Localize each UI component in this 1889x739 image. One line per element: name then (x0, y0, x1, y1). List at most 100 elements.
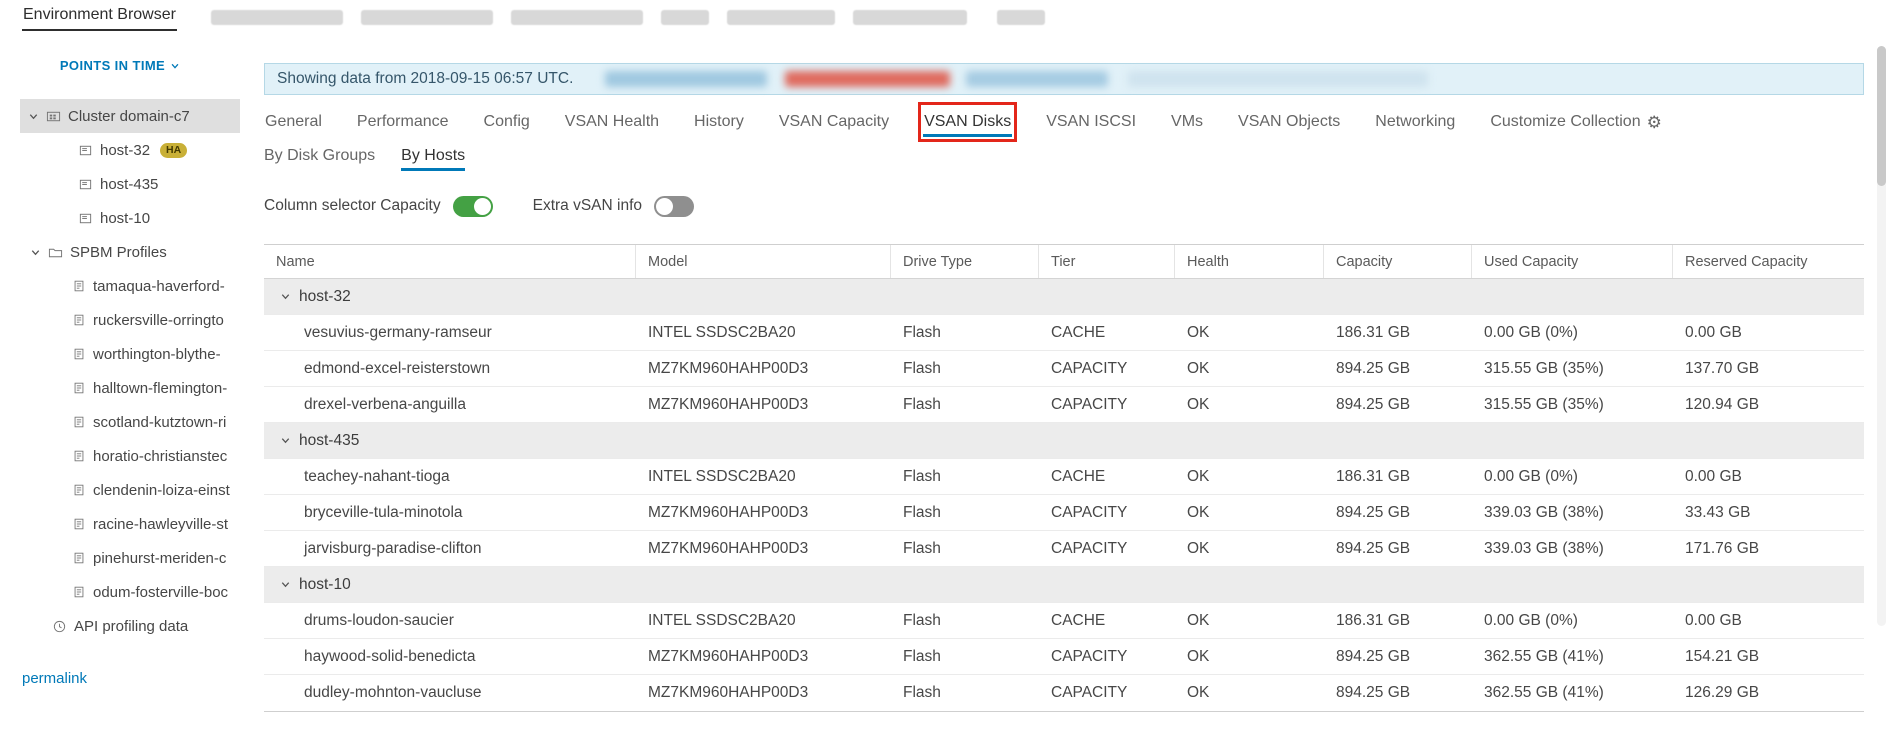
tree-item-worthington-blythe[interactable]: worthington-blythe- (0, 337, 240, 371)
tree-item-halltown-flemington[interactable]: halltown-flemington- (0, 371, 240, 405)
tree-item-pinehurst-meriden-c[interactable]: pinehurst-meriden-c (0, 541, 240, 575)
column-header-reserved-capacity[interactable]: Reserved Capacity (1673, 245, 1864, 278)
column-selector-toggle[interactable] (453, 196, 493, 217)
sub-tab-bar: By Disk Groups By Hosts (264, 141, 1864, 171)
tab-networking[interactable]: Networking (1374, 107, 1456, 137)
tree-item-spbm-profiles[interactable]: SPBM Profiles (0, 235, 240, 269)
tab-config[interactable]: Config (483, 107, 531, 137)
table-row[interactable]: haywood-solid-benedictaMZ7KM960HAHP00D3F… (264, 639, 1864, 675)
profile-icon (72, 449, 86, 463)
cell-name: edmond-excel-reisterstown (264, 360, 636, 378)
profile-icon (72, 517, 86, 531)
column-header-health[interactable]: Health (1175, 245, 1324, 278)
table-row[interactable]: edmond-excel-reisterstownMZ7KM960HAHP00D… (264, 351, 1864, 387)
column-header-tier[interactable]: Tier (1039, 245, 1175, 278)
tab-environment-browser[interactable]: Environment Browser (22, 4, 177, 31)
cell-drive-type: Flash (891, 360, 1039, 378)
cell-used-capacity: 362.55 GB (41%) (1472, 648, 1673, 666)
group-row-host-32[interactable]: host-32 (264, 279, 1864, 315)
redacted-tab[interactable] (211, 10, 343, 25)
cell-name: haywood-solid-benedicta (264, 648, 636, 666)
group-name: host-32 (299, 288, 351, 306)
tree-item-label: racine-hawleyville-st (93, 516, 228, 533)
table-row[interactable]: bryceville-tula-minotolaMZ7KM960HAHP00D3… (264, 495, 1864, 531)
controls-row: Column selector Capacity Extra vSAN info (264, 195, 1864, 217)
group-row-host-10[interactable]: host-10 (264, 567, 1864, 603)
redacted-tab[interactable] (997, 10, 1045, 25)
tab-vsan-health[interactable]: VSAN Health (564, 107, 660, 137)
redacted-tab[interactable] (361, 10, 493, 25)
folder-icon (48, 245, 63, 260)
cell-tier: CACHE (1039, 324, 1175, 342)
gear-icon: ⚙ (1647, 114, 1662, 131)
tree-item-clendenin-loiza-einst[interactable]: clendenin-loiza-einst (0, 473, 240, 507)
table-row[interactable]: vesuvius-germany-ramseurINTEL SSDSC2BA20… (264, 315, 1864, 351)
cell-model: INTEL SSDSC2BA20 (636, 468, 891, 486)
column-header-used-capacity[interactable]: Used Capacity (1472, 245, 1673, 278)
table-row[interactable]: drums-loudon-saucierINTEL SSDSC2BA20Flas… (264, 603, 1864, 639)
host-icon (78, 143, 93, 158)
tree-item-odum-fosterville-boc[interactable]: odum-fosterville-boc (0, 575, 240, 609)
cell-name: drexel-verbena-anguilla (264, 396, 636, 414)
app-title: Environment Browser (23, 6, 176, 23)
table-row[interactable]: teachey-nahant-tiogaINTEL SSDSC2BA20Flas… (264, 459, 1864, 495)
tab-vsan-capacity[interactable]: VSAN Capacity (778, 107, 890, 137)
cell-reserved-capacity: 0.00 GB (1673, 324, 1864, 342)
permalink-link[interactable]: permalink (22, 670, 87, 687)
tree-item-host-10[interactable]: host-10 (0, 201, 240, 235)
column-header-model[interactable]: Model (636, 245, 891, 278)
cell-tier: CAPACITY (1039, 396, 1175, 414)
cell-health: OK (1175, 396, 1324, 414)
tree-item-horatio-christianstec[interactable]: horatio-christianstec (0, 439, 240, 473)
column-header-capacity[interactable]: Capacity (1324, 245, 1472, 278)
cell-used-capacity: 339.03 GB (38%) (1472, 504, 1673, 522)
cell-drive-type: Flash (891, 468, 1039, 486)
cell-tier: CAPACITY (1039, 360, 1175, 378)
cell-model: MZ7KM960HAHP00D3 (636, 360, 891, 378)
redacted-tab[interactable] (853, 10, 967, 25)
group-row-host-435[interactable]: host-435 (264, 423, 1864, 459)
extra-vsan-info-label: Extra vSAN info (533, 197, 642, 215)
tree-item-host-32[interactable]: host-32HA (0, 133, 240, 167)
redacted-tab[interactable] (661, 10, 709, 25)
tree-item-tamaqua-haverford[interactable]: tamaqua-haverford- (0, 269, 240, 303)
tree-item-api-profiling-data[interactable]: API profiling data (0, 609, 240, 643)
tab-general[interactable]: General (264, 107, 323, 137)
tab-vsan-disks[interactable]: VSAN Disks (923, 107, 1012, 137)
table-row[interactable]: drexel-verbena-anguillaMZ7KM960HAHP00D3F… (264, 387, 1864, 423)
extra-vsan-info-toggle[interactable] (654, 196, 694, 217)
cell-health: OK (1175, 468, 1324, 486)
table-row[interactable]: jarvisburg-paradise-cliftonMZ7KM960HAHP0… (264, 531, 1864, 567)
cell-model: MZ7KM960HAHP00D3 (636, 684, 891, 702)
host-icon (78, 211, 93, 226)
tree-item-racine-hawleyville-st[interactable]: racine-hawleyville-st (0, 507, 240, 541)
tree-item-ruckersville-orringto[interactable]: ruckersville-orringto (0, 303, 240, 337)
cell-drive-type: Flash (891, 324, 1039, 342)
tab-customize-collection[interactable]: Customize Collection⚙ (1489, 107, 1663, 137)
cell-used-capacity: 0.00 GB (0%) (1472, 468, 1673, 486)
redacted-tab[interactable] (511, 10, 643, 25)
chevron-down-icon (28, 111, 39, 122)
column-header-name[interactable]: Name (264, 245, 636, 278)
tab-performance[interactable]: Performance (356, 107, 450, 137)
column-header-drive-type[interactable]: Drive Type (891, 245, 1039, 278)
banner-text: Showing data from 2018-09-15 06:57 UTC. (277, 70, 573, 88)
table-header-row: NameModelDrive TypeTierHealthCapacityUse… (264, 245, 1864, 279)
tab-history[interactable]: History (693, 107, 745, 137)
scrollbar[interactable] (1877, 46, 1886, 626)
table-row[interactable]: dudley-mohnton-vaucluseMZ7KM960HAHP00D3F… (264, 675, 1864, 711)
tab-vsan-iscsi[interactable]: VSAN ISCSI (1045, 107, 1137, 137)
tree-item-cluster[interactable]: Cluster domain-c7 (20, 99, 240, 133)
scrollbar-thumb[interactable] (1877, 46, 1886, 186)
subtab-by-hosts[interactable]: By Hosts (401, 141, 465, 171)
cell-tier: CAPACITY (1039, 504, 1175, 522)
subtab-by-disk-groups[interactable]: By Disk Groups (264, 141, 375, 171)
tab-vms[interactable]: VMs (1170, 107, 1204, 137)
redacted-tab[interactable] (727, 10, 835, 25)
cell-reserved-capacity: 33.43 GB (1673, 504, 1864, 522)
tab-vsan-objects[interactable]: VSAN Objects (1237, 107, 1341, 137)
tree-item-scotland-kutztown-ri[interactable]: scotland-kutztown-ri (0, 405, 240, 439)
points-in-time-selector[interactable]: POINTS IN TIME (0, 58, 240, 73)
tree-item-host-435[interactable]: host-435 (0, 167, 240, 201)
tree-item-label: API profiling data (74, 618, 188, 635)
